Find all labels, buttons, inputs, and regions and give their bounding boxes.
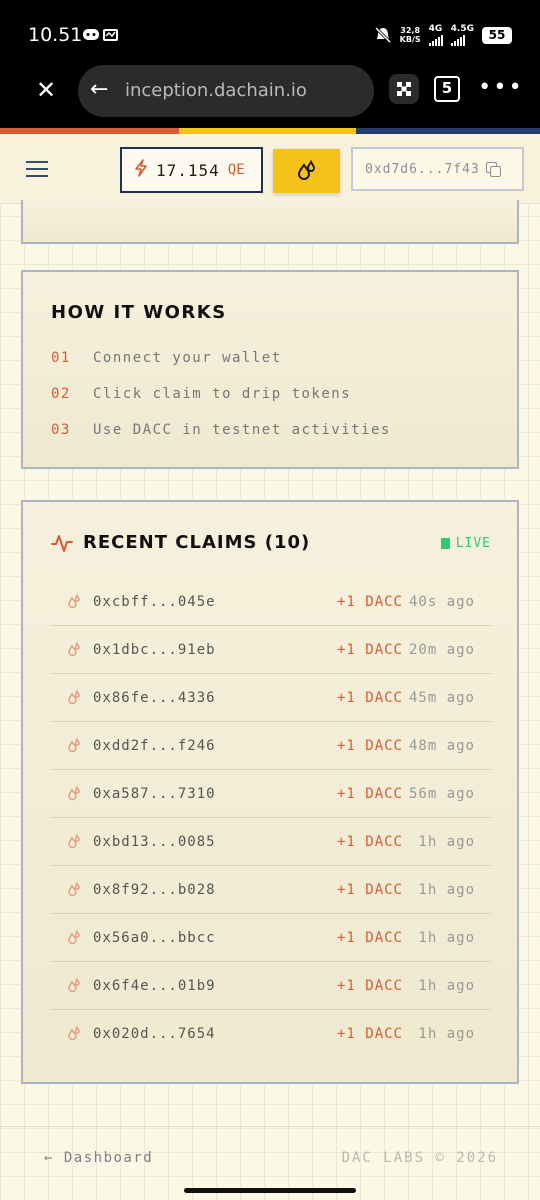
claim-amount: +1 DACC xyxy=(336,881,403,898)
claim-time: 20m ago xyxy=(408,641,475,658)
drops-icon xyxy=(67,593,93,610)
claim-row: 0xbd13...0085 +1 DACC 1h ago xyxy=(51,818,491,866)
claim-address: 0x86fe...4336 xyxy=(93,689,216,706)
copyright-text: DAC LABS © 2026 xyxy=(341,1150,498,1166)
live-badge: LIVE xyxy=(440,536,491,551)
live-dot-icon xyxy=(440,538,450,549)
gesture-bar xyxy=(184,1188,356,1193)
step-item: 01 Connect your wallet xyxy=(51,350,282,366)
tab-count-button[interactable]: 5 xyxy=(434,76,460,102)
arrow-left-icon[interactable]: ← xyxy=(90,78,108,102)
url-text[interactable]: inception.dachain.io xyxy=(125,80,307,101)
claim-time: 1h ago xyxy=(418,929,475,946)
claim-amount: +1 DACC xyxy=(336,689,403,706)
claim-row: 0xcbff...045e +1 DACC 40s ago xyxy=(51,578,491,626)
claim-time: 48m ago xyxy=(408,737,475,754)
status-bar: 10.51 32,8 KB/S 4G 4.5G 55 xyxy=(0,0,540,64)
wallet-address: 0xd7d6...7f43 xyxy=(365,161,480,177)
signal-bars-icon xyxy=(450,34,465,46)
wallet-address-button[interactable]: 0xd7d6...7f43 xyxy=(351,147,524,191)
balance-value: 17.154 xyxy=(156,160,220,180)
step-item: 02 Click claim to drip tokens xyxy=(51,386,352,402)
claim-time: 1h ago xyxy=(418,977,475,994)
drops-icon xyxy=(67,881,93,898)
claim-time: 1h ago xyxy=(418,881,475,898)
drops-icon xyxy=(67,1026,93,1042)
drops-icon xyxy=(67,977,93,994)
claim-amount: +1 DACC xyxy=(336,977,403,994)
claim-address: 0xbd13...0085 xyxy=(93,833,216,850)
how-it-works-title: HOW IT WORKS xyxy=(51,302,227,323)
recent-claims-card: RECENT CLAIMS (10) LIVE 0xcbff...045e +1 … xyxy=(21,500,519,1084)
dashboard-link[interactable]: ← Dashboard xyxy=(44,1150,153,1166)
recent-claims-title: RECENT CLAIMS (10) xyxy=(83,532,311,553)
claim-time: 40s ago xyxy=(408,593,475,610)
hamburger-icon[interactable] xyxy=(26,161,48,179)
claim-amount: +1 DACC xyxy=(336,641,403,658)
claim-amount: +1 DACC xyxy=(336,833,403,850)
claim-amount: +1 DACC xyxy=(336,737,403,754)
status-right: 32,8 KB/S 4G 4.5G 55 xyxy=(374,24,512,46)
claims-list: 0xcbff...045e +1 DACC 40s ago 0x1dbc...91eb… xyxy=(51,578,491,1058)
claim-amount: +1 DACC xyxy=(336,785,403,802)
drops-icon xyxy=(67,929,93,946)
balance-unit: QE xyxy=(227,162,245,178)
claim-address: 0x56a0...bbcc xyxy=(93,929,216,946)
drops-icon xyxy=(297,159,315,180)
claim-time: 56m ago xyxy=(408,785,475,802)
signal-2: 4.5G xyxy=(450,24,474,46)
status-time: 10.51 xyxy=(28,24,83,46)
mute-bell-icon xyxy=(374,26,391,44)
drip-button[interactable] xyxy=(273,149,340,193)
claim-row: 0x1dbc...91eb +1 DACC 20m ago xyxy=(51,626,491,674)
claim-amount: +1 DACC xyxy=(336,1026,403,1042)
more-menu-icon[interactable]: ••• xyxy=(478,76,524,100)
claim-address: 0x6f4e...01b9 xyxy=(93,977,216,994)
claim-amount: +1 DACC xyxy=(336,929,403,946)
drops-icon xyxy=(67,737,93,754)
discord-icon xyxy=(83,29,118,41)
claim-time: 1h ago xyxy=(418,1026,475,1042)
close-icon[interactable]: ✕ xyxy=(34,78,58,102)
claim-address: 0xcbff...045e xyxy=(93,593,216,610)
copy-icon[interactable] xyxy=(485,162,501,177)
drops-icon xyxy=(67,641,93,658)
extension-icon[interactable] xyxy=(389,74,419,104)
step-item: 03 Use DACC in testnet activities xyxy=(51,422,391,438)
battery-icon: 55 xyxy=(482,26,512,44)
claim-address: 0x020d...7654 xyxy=(93,1026,216,1042)
claim-row: 0x86fe...4336 +1 DACC 45m ago xyxy=(51,674,491,722)
claim-time: 45m ago xyxy=(408,689,475,706)
claim-address: 0xa587...7310 xyxy=(93,785,216,802)
drops-icon xyxy=(67,833,93,850)
footer-divider xyxy=(0,1126,540,1127)
claim-row: 0x6f4e...01b9 +1 DACC 1h ago xyxy=(51,962,491,1010)
signal-bars-icon xyxy=(428,34,443,46)
claim-address: 0x8f92...b028 xyxy=(93,881,216,898)
drops-icon xyxy=(67,689,93,706)
balance-display: 17.154 QE xyxy=(120,147,263,193)
claim-row: 0x8f92...b028 +1 DACC 1h ago xyxy=(51,866,491,914)
claim-row: 0x56a0...bbcc +1 DACC 1h ago xyxy=(51,914,491,962)
notification-icons xyxy=(82,26,122,46)
network-speed: 32,8 KB/S xyxy=(399,26,421,44)
claim-time: 1h ago xyxy=(418,833,475,850)
claim-address: 0x1dbc...91eb xyxy=(93,641,216,658)
recent-claims-header: RECENT CLAIMS (10) xyxy=(51,532,310,553)
lightning-icon xyxy=(134,159,148,181)
activity-pulse-icon xyxy=(51,534,73,552)
drops-icon xyxy=(67,785,93,802)
how-it-works-card: HOW IT WORKS 01 Connect your wallet 02 Cli… xyxy=(21,270,519,469)
claim-card-partial xyxy=(21,200,519,244)
claim-address: 0xdd2f...f246 xyxy=(93,737,216,754)
claim-row: 0xa587...7310 +1 DACC 56m ago xyxy=(51,770,491,818)
signal-1: 4G xyxy=(428,24,443,46)
claim-row: 0x020d...7654 +1 DACC 1h ago xyxy=(51,1010,491,1058)
claim-row: 0xdd2f...f246 +1 DACC 48m ago xyxy=(51,722,491,770)
claim-amount: +1 DACC xyxy=(336,593,403,610)
